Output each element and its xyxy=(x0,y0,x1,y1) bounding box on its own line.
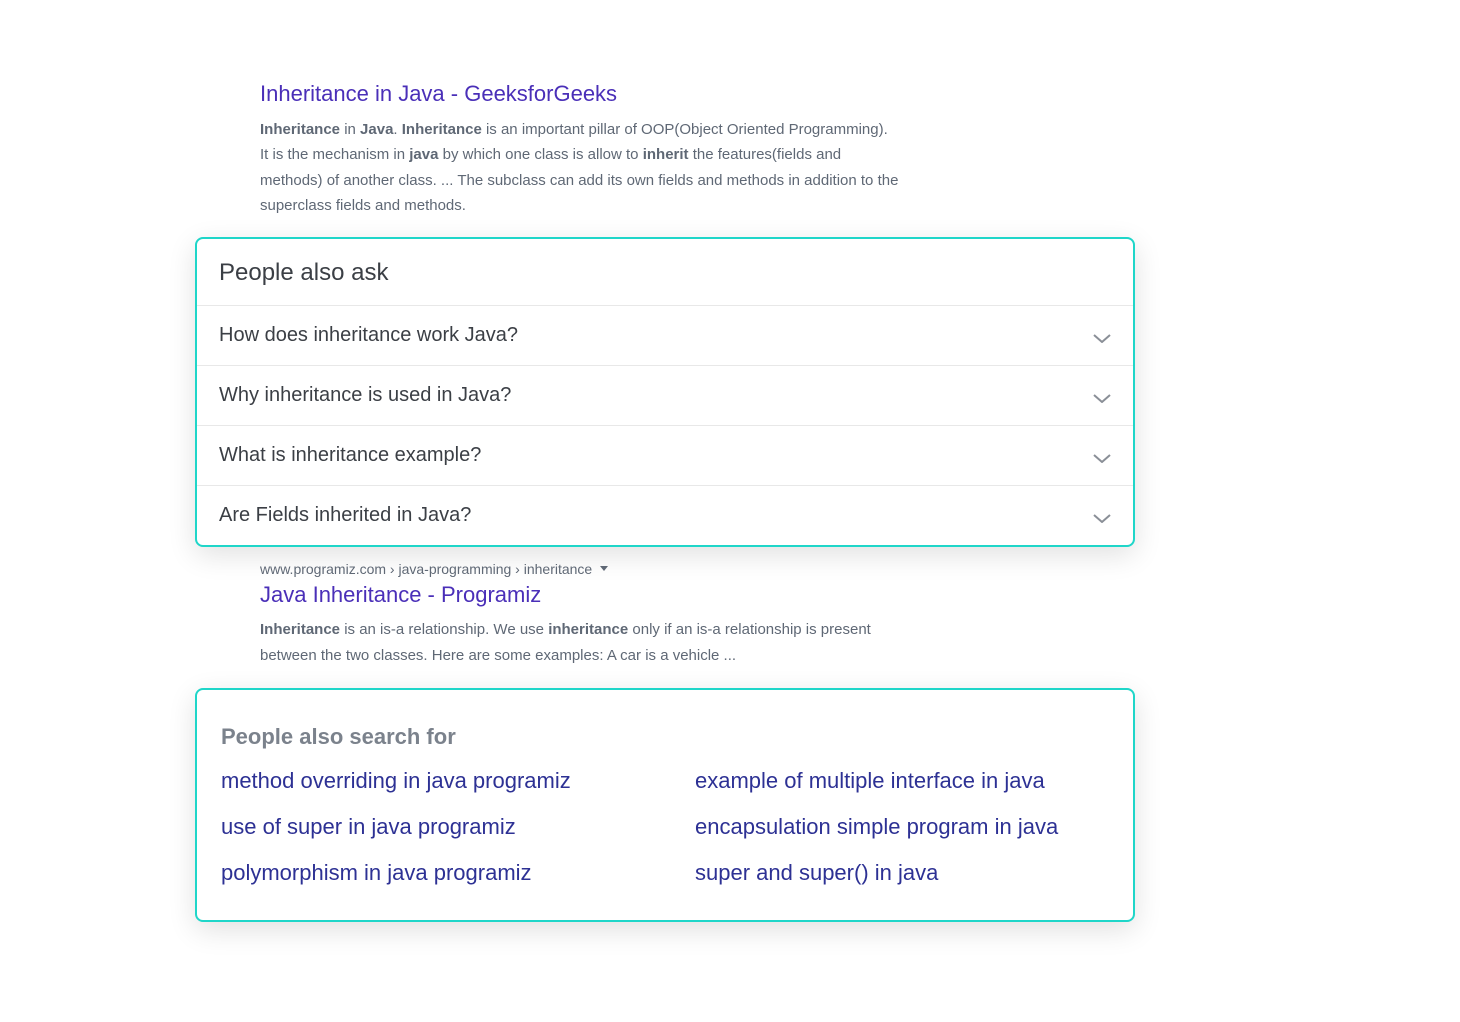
snippet-text: in xyxy=(340,121,360,138)
related-search-link[interactable]: super and super() in java xyxy=(695,860,1109,886)
snippet-text: . xyxy=(393,121,401,138)
paa-question-row[interactable]: Why inheritance is used in Java? xyxy=(197,366,1133,426)
paa-question-text: Are Fields inherited in Java? xyxy=(219,504,471,527)
people-also-ask-box: People also ask How does inheritance wor… xyxy=(195,237,1135,547)
related-search-link[interactable]: polymorphism in java programiz xyxy=(221,860,635,886)
caret-down-icon xyxy=(600,566,608,571)
snippet-text: is an is-a relationship. We use xyxy=(340,621,548,638)
paa-question-row[interactable]: How does inheritance work Java? xyxy=(197,306,1133,366)
result-url[interactable]: www.programiz.com › java-programming › i… xyxy=(260,561,1135,577)
result-snippet: Inheritance is an is-a relationship. We … xyxy=(260,617,900,668)
snippet-bold: Inheritance xyxy=(260,621,340,638)
search-result: Inheritance in Java - GeeksforGeeks Inhe… xyxy=(195,80,1135,219)
snippet-text: by which one class is allow to xyxy=(438,146,642,163)
chevron-down-icon xyxy=(1093,330,1111,340)
snippet-bold: Inheritance xyxy=(260,121,340,138)
people-also-ask-heading: People also ask xyxy=(197,239,1133,306)
related-search-link[interactable]: example of multiple interface in java xyxy=(695,768,1109,794)
paa-question-text: What is inheritance example? xyxy=(219,444,481,467)
snippet-bold: Java xyxy=(360,121,393,138)
chevron-down-icon xyxy=(1093,510,1111,520)
people-also-search-for-heading: People also search for xyxy=(221,724,1109,768)
paa-question-text: How does inheritance work Java? xyxy=(219,324,518,347)
related-search-link[interactable]: method overriding in java programiz xyxy=(221,768,635,794)
paa-question-row[interactable]: What is inheritance example? xyxy=(197,426,1133,486)
result-snippet: Inheritance in Java. Inheritance is an i… xyxy=(260,117,900,219)
snippet-bold: java xyxy=(409,146,438,163)
snippet-bold: Inheritance xyxy=(402,121,482,138)
people-also-search-for-box: People also search for method overriding… xyxy=(195,688,1135,922)
snippet-bold: inherit xyxy=(643,146,689,163)
related-search-link[interactable]: use of super in java programiz xyxy=(221,814,635,840)
search-result: www.programiz.com › java-programming › i… xyxy=(195,561,1135,669)
related-search-link[interactable]: encapsulation simple program in java xyxy=(695,814,1109,840)
result-url-text: www.programiz.com › java-programming › i… xyxy=(260,561,592,577)
paa-question-row[interactable]: Are Fields inherited in Java? xyxy=(197,486,1133,545)
result-title-link[interactable]: Java Inheritance - Programiz xyxy=(260,581,1135,610)
result-title-link[interactable]: Inheritance in Java - GeeksforGeeks xyxy=(260,80,1135,109)
chevron-down-icon xyxy=(1093,450,1111,460)
paa-question-text: Why inheritance is used in Java? xyxy=(219,384,511,407)
chevron-down-icon xyxy=(1093,390,1111,400)
snippet-bold: inheritance xyxy=(548,621,628,638)
